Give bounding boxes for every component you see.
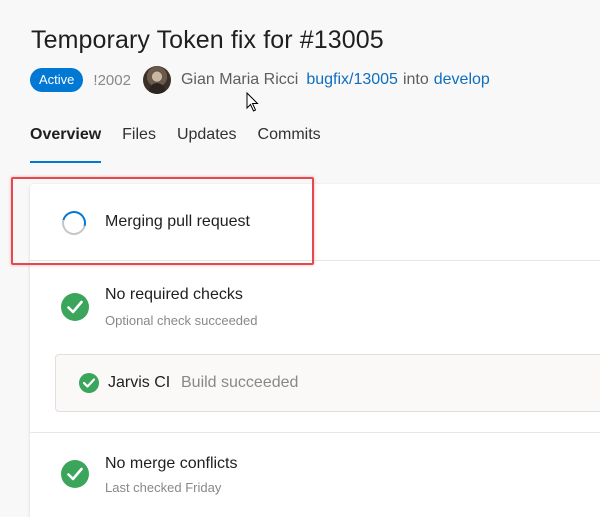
conflicts-section: No merge conflicts Last checked Friday — [30, 433, 600, 517]
pr-tabs: Overview Files Updates Commits — [30, 124, 342, 164]
check-circle-icon — [61, 293, 89, 321]
tab-commits[interactable]: Commits — [258, 124, 321, 164]
status-badge: Active — [30, 68, 84, 92]
conflicts-title: No merge conflicts — [105, 455, 238, 472]
target-branch-link[interactable]: develop — [434, 71, 490, 89]
checks-title: No required checks — [105, 286, 243, 303]
tab-overview[interactable]: Overview — [30, 124, 102, 164]
build-check-item[interactable]: Jarvis CI Build succeeded — [55, 354, 600, 412]
author-name[interactable]: Gian Maria Ricci — [181, 71, 298, 89]
check-circle-icon — [79, 373, 99, 393]
pull-request-page: Temporary Token fix for #13005 Active !2… — [0, 0, 600, 517]
build-status: Build succeeded — [181, 374, 299, 391]
pr-id: !2002 — [93, 71, 131, 89]
avatar[interactable] — [142, 66, 171, 94]
page-title: Temporary Token fix for #13005 — [31, 26, 384, 54]
source-branch-link[interactable]: bugfix/13005 — [306, 71, 398, 89]
check-circle-icon — [61, 460, 89, 488]
pr-meta-row: Active !2002 Gian Maria Ricci bugfix/130… — [30, 66, 490, 94]
tab-updates[interactable]: Updates — [177, 124, 237, 164]
conflicts-subtitle: Last checked Friday — [105, 480, 222, 495]
into-label: into — [402, 71, 429, 88]
mouse-cursor-icon — [246, 92, 259, 112]
checks-subtitle: Optional check succeeded — [105, 313, 258, 328]
annotation-highlight-box — [11, 177, 314, 265]
build-name[interactable]: Jarvis CI — [108, 374, 170, 392]
tab-files[interactable]: Files — [122, 124, 156, 164]
